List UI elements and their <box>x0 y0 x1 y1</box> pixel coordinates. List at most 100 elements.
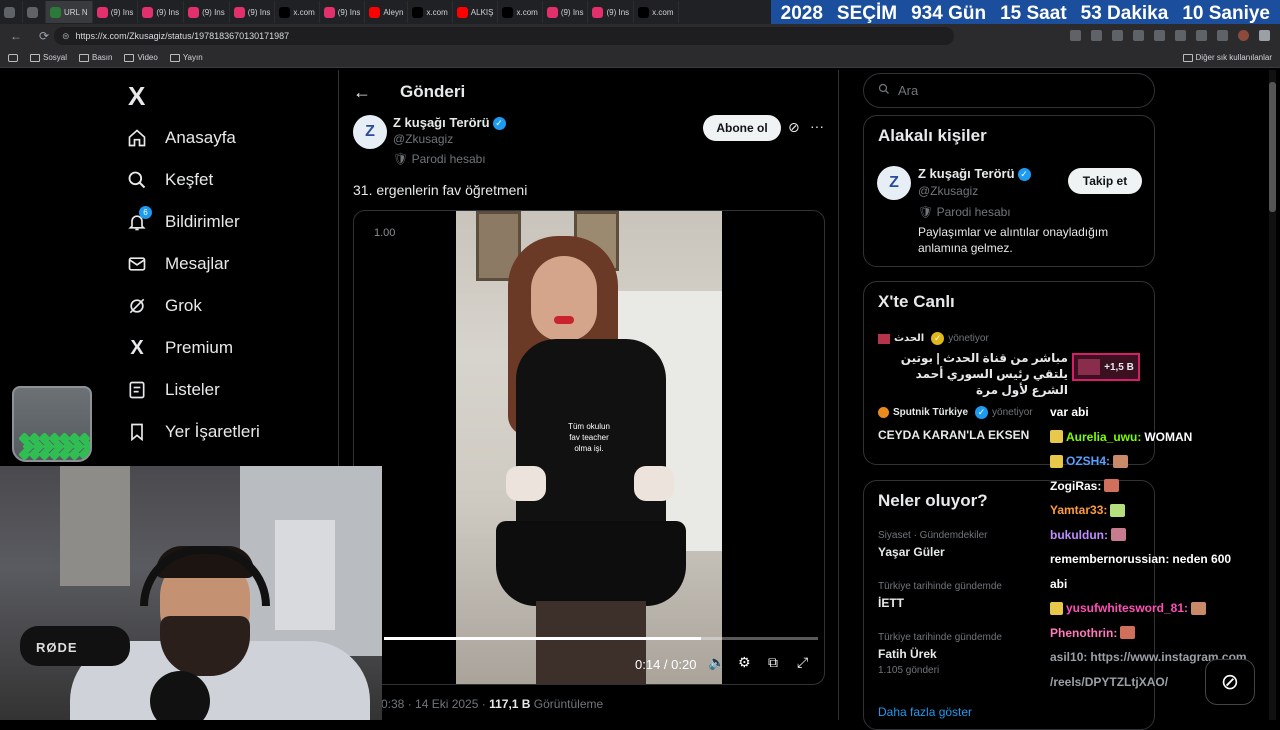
follow-button[interactable]: Takip et <box>1068 168 1142 194</box>
back-icon[interactable]: ← <box>8 29 24 43</box>
trend-item[interactable]: Türkiye tarihinde gündemde İETT <box>878 581 1002 610</box>
chat-message: bukuldun: <box>1050 528 1126 542</box>
browser-tab[interactable] <box>23 1 46 23</box>
channel-logo-icon <box>878 407 889 418</box>
tab-label: (9) Ins <box>337 7 361 17</box>
author-handle[interactable]: @Zkusagiz <box>393 132 453 146</box>
nav-item-messages[interactable]: Mesajlar <box>126 253 229 275</box>
browser-tab[interactable]: (9) Ins <box>184 1 230 23</box>
chat-username: Aurelia_uwu: <box>1066 429 1142 444</box>
nav-item-premium[interactable]: X Premium <box>126 337 233 359</box>
volume-icon[interactable]: 🔈 <box>708 654 725 671</box>
live-viewers-badge[interactable]: +1,5 B <box>1072 353 1140 381</box>
url-field[interactable]: ⊜ https://x.com/Zkusagiz/status/19781836… <box>54 27 954 45</box>
nav-item-lists[interactable]: Listeler <box>126 379 220 401</box>
channel-logo-icon <box>878 333 890 344</box>
grok-floating-button[interactable]: ⊘ <box>1205 659 1255 705</box>
browser-tab[interactable]: x.com <box>408 1 453 23</box>
pip-icon[interactable]: ⧉ <box>768 654 778 671</box>
browser-tab[interactable]: Aleyn <box>365 1 409 23</box>
bookmark-folder[interactable]: Basın <box>79 53 112 62</box>
related-handle[interactable]: @Zkusagiz <box>918 184 978 198</box>
reload-icon[interactable]: ⟳ <box>36 29 52 43</box>
nav-item-explore[interactable]: Keşfet <box>126 169 213 191</box>
tab-label: URL N <box>64 7 88 17</box>
bookmark-folder[interactable]: Sosyal <box>30 53 67 62</box>
fullscreen-icon[interactable]: ⤢ <box>797 654 808 671</box>
extension-icon[interactable] <box>1133 30 1144 41</box>
webcam-overlay: RØDE <box>0 466 382 720</box>
video-progress-bar[interactable] <box>384 637 818 640</box>
site-info-icon[interactable]: ⊜ <box>62 31 70 42</box>
browser-tab[interactable]: (9) Ins <box>138 1 185 23</box>
nav-item-bookmarks[interactable]: Yer İşaretleri <box>126 421 260 443</box>
nav-item-home[interactable]: Anasayfa <box>126 127 236 149</box>
live-broadcast-title[interactable]: CEYDA KARAN'LA EKSEN <box>878 427 1029 443</box>
nav-item-grok[interactable]: Grok <box>126 295 202 317</box>
browser-tab[interactable]: (9) Ins <box>543 1 589 23</box>
person-skirt <box>496 521 686 606</box>
browser-tab[interactable]: URL N <box>46 1 93 23</box>
extension-icon[interactable] <box>1217 30 1228 41</box>
trend-item[interactable]: Türkiye tarihinde gündemde Fatih Ürek 1.10… <box>878 632 1002 676</box>
subscribe-button[interactable]: Abone ol <box>703 115 781 141</box>
back-arrow-icon[interactable]: ← <box>353 82 371 103</box>
nav-item-notifications[interactable]: 6 Bildirimler <box>126 206 240 233</box>
browser-tab[interactable]: x.com <box>634 1 679 23</box>
chat-emote-icon <box>1191 601 1207 615</box>
video-progress-fill <box>384 637 701 640</box>
author-avatar[interactable]: Z <box>353 115 387 149</box>
x-logo[interactable]: X <box>128 81 145 112</box>
extension-icon[interactable] <box>1196 30 1207 41</box>
live-source[interactable]: Sputnik Türkiye ✓ yönetiyor <box>878 406 1033 419</box>
chat-username: yusufwhitesword_81: <box>1066 601 1189 615</box>
extension-icon[interactable] <box>1070 30 1081 41</box>
extension-icon[interactable] <box>1091 30 1102 41</box>
tab-favicon-icon <box>323 6 335 18</box>
menu-icon[interactable] <box>1259 30 1270 41</box>
chat-text: var abi <box>1050 405 1089 419</box>
scrollbar[interactable] <box>1269 70 1276 720</box>
settings-icon[interactable]: ⚙ <box>738 654 751 671</box>
show-more-link[interactable]: Daha fazla göster <box>878 705 972 719</box>
browser-tab[interactable]: (9) Ins <box>93 1 139 23</box>
trend-item[interactable]: Siyaset · Gündemdekiler Yaşar Güler <box>878 530 988 559</box>
tab-label: x.com <box>516 7 538 17</box>
browser-tab[interactable]: ALKIŞ <box>453 1 499 23</box>
live-source[interactable]: الحدث ✓ yönetiyor <box>878 332 989 345</box>
video-player[interactable]: 1.00 Tüm okulun fav teacher olma işi. 0:… <box>353 210 825 685</box>
playback-speed[interactable]: 1.00 <box>374 227 395 239</box>
extension-icon[interactable] <box>1154 30 1165 41</box>
related-avatar[interactable]: Z <box>877 166 911 200</box>
scrollbar-thumb[interactable] <box>1269 82 1276 212</box>
chat-text: neden 600 <box>1172 552 1232 566</box>
related-name[interactable]: Z kuşağı Terörü ✓ <box>918 166 1031 182</box>
browser-tab[interactable]: x.com <box>498 1 543 23</box>
browser-tab[interactable]: (9) Ins <box>588 1 635 23</box>
chat-message: remembernorussian: neden 600 <box>1050 552 1231 566</box>
live-broadcast-title[interactable]: مباشر من قناة الحدث | بوتين يلتقي رئيس ا… <box>878 350 1068 398</box>
more-options-icon[interactable]: ··· <box>810 118 824 134</box>
browser-tab[interactable]: (9) Ins <box>320 1 366 23</box>
browser-tab[interactable] <box>0 1 23 23</box>
extension-icon[interactable] <box>1175 30 1186 41</box>
grok-icon[interactable]: ⊘ <box>788 119 800 136</box>
profile-avatar[interactable] <box>1238 30 1249 41</box>
chat-username: bukuldun: <box>1050 527 1108 542</box>
bookmark-folder[interactable]: Video <box>124 53 158 62</box>
video-frame[interactable]: Tüm okulun fav teacher olma işi. <box>456 211 722 684</box>
tab-favicon-icon <box>279 6 291 18</box>
folder-icon <box>30 53 40 62</box>
browser-tab[interactable]: (9) Ins <box>230 1 276 23</box>
search-input[interactable]: Ara <box>863 73 1155 108</box>
extension-icon[interactable] <box>1112 30 1123 41</box>
reading-list-icon[interactable] <box>8 53 18 62</box>
bookmark-folder[interactable]: Yayın <box>169 53 203 62</box>
chat-badge-icon <box>1050 454 1063 468</box>
browser-tab[interactable]: x.com <box>275 1 320 23</box>
parody-label: 🛡 Parodi hesabı <box>393 152 486 166</box>
chat-text: abi <box>1050 576 1068 591</box>
author-name[interactable]: Z kuşağı Terörü ✓ <box>393 115 506 131</box>
chat-emote-icon <box>1110 503 1126 517</box>
other-bookmarks[interactable]: Diğer sık kullanılanlar <box>1182 53 1272 62</box>
